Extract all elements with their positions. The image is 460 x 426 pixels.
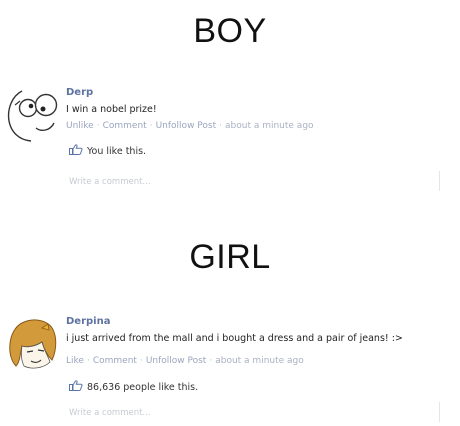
comment-link[interactable]: Comment [103,121,147,131]
post-author-name[interactable]: Derpina [66,316,110,327]
post-author-name[interactable]: Derp [66,87,93,98]
likes-count-text[interactable]: 86,636 people like this. [87,382,198,393]
post-timestamp[interactable]: about a minute ago [215,356,304,366]
post-text: I win a nobel prize! [66,104,157,115]
post-actions: Like · Comment · Unfollow Post · about a minut… [66,356,304,366]
unfollow-post-link[interactable]: Unfollow Post [156,121,217,131]
likes-summary: 86,636 people like this. [69,380,198,393]
post-text: i just arrived from the mall and i bough… [66,333,403,344]
like-link[interactable]: Like [66,356,84,366]
derpina-face-icon[interactable] [6,316,61,371]
likes-summary: You like this. [69,144,146,157]
post-timestamp[interactable]: about a minute ago [225,121,314,131]
unlike-link[interactable]: Unlike [66,121,94,131]
thumbs-up-icon [69,144,83,155]
likes-count-text[interactable]: You like this. [87,146,146,157]
comment-input[interactable]: Write a comment... [69,408,151,418]
unfollow-post-link[interactable]: Unfollow Post [146,356,207,366]
comment-box-edge [439,402,440,422]
post-actions: Unlike · Comment · Unfollow Post · about a min… [66,121,314,131]
comment-box-edge [439,171,440,191]
boy-title: BOY [193,12,267,50]
derp-face-icon[interactable] [6,87,61,142]
comment-input[interactable]: Write a comment... [69,177,151,187]
comment-link[interactable]: Comment [93,356,137,366]
girl-title: GIRL [189,238,271,276]
thumbs-up-icon [69,380,83,391]
